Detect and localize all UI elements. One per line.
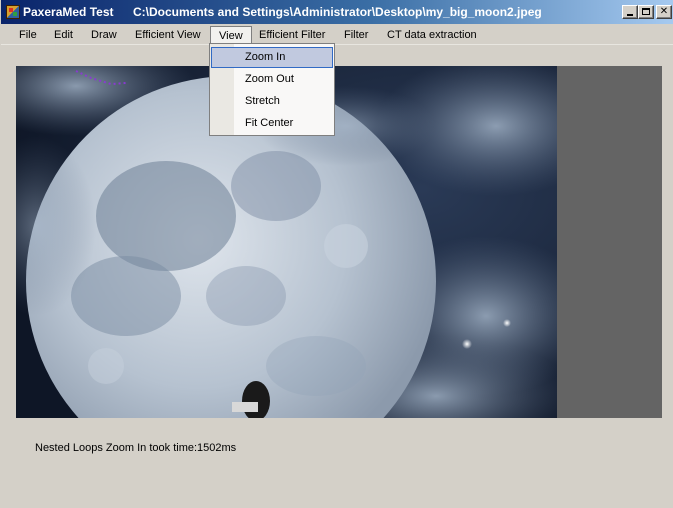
maximize-button[interactable] [638, 5, 654, 19]
window-file-path: C:\Documents and Settings\Administrator\… [133, 5, 542, 19]
window-title: PaxeraMed Test [23, 5, 114, 19]
minimize-icon [627, 14, 633, 16]
main-window: PaxeraMed Test C:\Documents and Settings… [0, 0, 673, 508]
menu-file[interactable]: File [11, 26, 45, 44]
close-button[interactable]: ✕ [656, 5, 672, 19]
menu-efficient-view[interactable]: Efficient View [127, 26, 209, 44]
minimize-button[interactable] [622, 5, 638, 19]
title-bar[interactable]: PaxeraMed Test C:\Documents and Settings… [1, 0, 673, 24]
app-icon[interactable] [6, 5, 20, 19]
menu-filter[interactable]: Filter [336, 26, 376, 44]
status-label: Nested Loops Zoom In took time:1502ms [35, 442, 237, 454]
close-icon: ✕ [659, 6, 669, 17]
menu-efficient-filter[interactable]: Efficient Filter [251, 26, 333, 44]
menu-item-stretch[interactable]: Stretch [211, 91, 333, 112]
menu-bar: File Edit Draw Efficient View View Effic… [1, 24, 673, 46]
menu-ct-data-extraction[interactable]: CT data extraction [379, 26, 485, 44]
menu-draw[interactable]: Draw [83, 26, 125, 44]
view-menu-dropdown: Zoom In Zoom Out Stretch Fit Center [209, 43, 335, 136]
image-panel[interactable] [16, 66, 662, 418]
maximize-icon [642, 8, 650, 15]
menu-item-fit-center[interactable]: Fit Center [211, 113, 333, 134]
menu-edit[interactable]: Edit [46, 26, 81, 44]
menu-item-zoom-out[interactable]: Zoom Out [211, 69, 333, 90]
menu-item-zoom-in[interactable]: Zoom In [211, 47, 333, 68]
